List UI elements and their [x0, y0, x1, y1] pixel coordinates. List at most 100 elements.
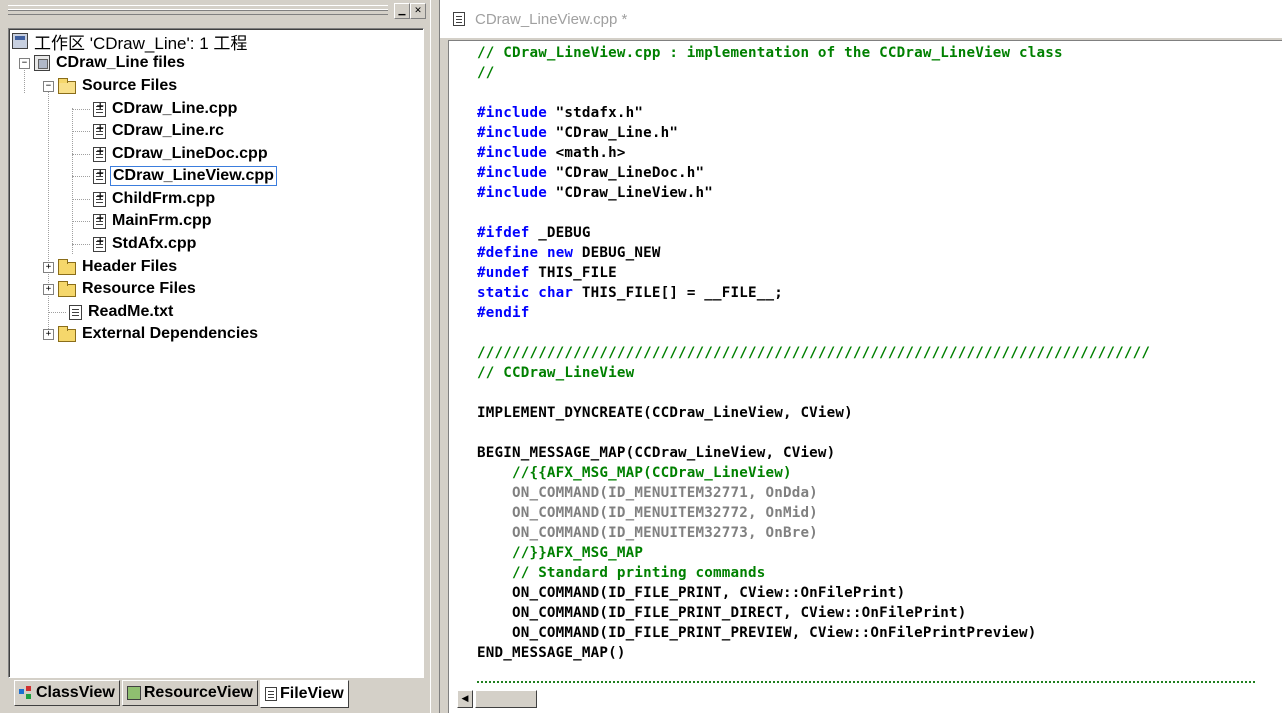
tree-connector [72, 176, 90, 177]
code-line: ON_COMMAND(ID_FILE_PRINT_DIRECT, CView::… [477, 603, 1150, 623]
tree-project[interactable]: CDraw_Line files [34, 52, 187, 74]
tree-label: CDraw_Line files [56, 54, 185, 71]
code-token-comment: //}}AFX_MSG_MAP [477, 545, 644, 561]
code-line: ON_COMMAND(ID_FILE_PRINT, CView::OnFileP… [477, 583, 1150, 603]
code-text-area[interactable]: // CDraw_LineView.cpp : implementation o… [448, 40, 1282, 686]
tree-label: External Dependencies [82, 325, 259, 342]
code-line: BEGIN_MESSAGE_MAP(CCDraw_LineView, CView… [477, 443, 1150, 463]
code-token-text: _DEBUG [529, 225, 591, 241]
code-line: IMPLEMENT_DYNCREATE(CCDraw_LineView, CVi… [477, 403, 1150, 423]
tree-label: Header Files [82, 258, 178, 275]
collapse-icon[interactable]: − [19, 58, 30, 69]
tree-file[interactable]: CDraw_Line.cpp [93, 98, 239, 120]
minimize-icon[interactable]: ▁ [394, 3, 410, 19]
project-icon [34, 55, 50, 71]
code-line: #include "CDraw_LineDoc.h" [477, 163, 1150, 183]
tree-connector [72, 221, 90, 222]
close-icon[interactable]: ✕ [410, 3, 426, 19]
scroll-left-icon[interactable]: ◀ [457, 690, 473, 708]
folder-icon [58, 258, 76, 275]
tree-folder-external-dependencies[interactable]: External Dependencies [58, 323, 260, 345]
tree-file-selected[interactable]: CDraw_LineView.cpp [93, 165, 277, 187]
tree-folder-source-files[interactable]: Source Files [58, 75, 179, 97]
code-token-comment: // CDraw_LineView.cpp : implementation o… [477, 45, 1063, 61]
code-line: #endif [477, 303, 1150, 323]
code-token-text: <math.h> [546, 145, 626, 161]
tree-connector [72, 109, 90, 110]
tab-label: FileView [279, 685, 344, 702]
cpp-file-icon [93, 191, 106, 207]
code-line: #include "stdafx.h" [477, 103, 1150, 123]
document-icon [453, 12, 465, 26]
code-token-text: BEGIN_MESSAGE_MAP(CCDraw_LineView, CView… [477, 445, 836, 461]
classview-icon [19, 686, 33, 700]
tree-connector [72, 154, 90, 155]
code-line: //{{AFX_MSG_MAP(CCDraw_LineView) [477, 463, 1150, 483]
tree-file[interactable]: MainFrm.cpp [93, 210, 214, 232]
folder-icon [58, 325, 76, 342]
tree-folder-resource-files[interactable]: Resource Files [58, 278, 198, 300]
code-line: ON_COMMAND(ID_FILE_PRINT_PREVIEW, CView:… [477, 623, 1150, 643]
editor-title-bar: CDraw_LineView.cpp * [440, 0, 1282, 39]
code-token-text: END_MESSAGE_MAP() [477, 645, 626, 661]
expand-icon[interactable]: + [43, 329, 54, 340]
workspace-icon [12, 33, 28, 49]
tree-workspace[interactable]: 工作区 'CDraw_Line': 1 工程 [12, 30, 249, 53]
tab-label: ResourceView [143, 684, 253, 701]
tree-label: CDraw_Line.rc [112, 122, 225, 139]
horizontal-scrollbar[interactable]: ◀ [448, 686, 1282, 713]
code-token-text: ON_COMMAND(ID_FILE_PRINT_DIRECT, CView::… [477, 605, 967, 621]
code-line: // Standard printing commands [477, 563, 1150, 583]
code-token-keyword: new [546, 245, 574, 261]
tab-fileview[interactable]: FileView [259, 680, 349, 708]
code-line: //}}AFX_MSG_MAP [477, 543, 1150, 563]
tree-file[interactable]: CDraw_Line.rc [93, 120, 226, 142]
file-tree: 工作区 'CDraw_Line': 1 工程 − CDraw_Line file… [8, 28, 424, 678]
code-token-keyword: #include [477, 105, 547, 121]
code-token-text: "CDraw_Line.h" [546, 125, 679, 141]
code-token-keyword: #include [477, 145, 547, 161]
code-line: #define new DEBUG_NEW [477, 243, 1150, 263]
fileview-icon [264, 687, 277, 701]
tree-file[interactable]: ChildFrm.cpp [93, 188, 217, 210]
code-token-comment: // Standard printing commands [477, 565, 766, 581]
expand-icon[interactable]: + [43, 262, 54, 273]
code-token-comment: // CCDraw_LineView [477, 365, 635, 381]
tree-file-readme[interactable]: ReadMe.txt [69, 301, 175, 323]
pane-splitter[interactable] [430, 0, 440, 713]
expand-icon[interactable]: + [43, 284, 54, 295]
code-token-text: "CDraw_LineView.h" [546, 185, 714, 201]
code-token-text: "stdafx.h" [546, 105, 644, 121]
code-token-text: ON_COMMAND(ID_FILE_PRINT, CView::OnFileP… [477, 585, 906, 601]
tree-file[interactable]: StdAfx.cpp [93, 233, 198, 255]
cpp-file-icon [93, 168, 106, 184]
collapse-icon[interactable]: − [43, 81, 54, 92]
tab-resourceview[interactable]: ResourceView [121, 680, 258, 706]
text-file-icon [69, 304, 82, 320]
tree-connector [48, 85, 49, 335]
tree-label: CDraw_LineView.cpp [110, 166, 277, 186]
tree-file[interactable]: CDraw_LineDoc.cpp [93, 143, 270, 165]
tree-label: ReadMe.txt [88, 303, 174, 320]
cpp-file-icon [93, 146, 106, 162]
tab-label: ClassView [36, 684, 115, 701]
code-line: // [477, 63, 1150, 83]
workspace-pane: ▁ ✕ 工作区 'CDraw_Line': 1 工程 − CDraw_Line … [0, 0, 430, 713]
cpp-file-icon [93, 101, 106, 117]
code-token-comment: //{{AFX_MSG_MAP(CCDraw_LineView) [477, 465, 792, 481]
tab-classview[interactable]: ClassView [14, 680, 120, 706]
workspace-grip[interactable] [8, 5, 388, 15]
tree-folder-header-files[interactable]: Header Files [58, 256, 179, 278]
scroll-thumb[interactable] [475, 690, 537, 708]
folder-icon [58, 280, 76, 297]
code-line: ON_COMMAND(ID_MENUITEM32772, OnMid) [477, 503, 1150, 523]
code-token-comment: // [477, 65, 495, 81]
tree-connector [72, 131, 90, 132]
code-token-keyword: #endif [477, 305, 530, 321]
resourceview-icon [126, 686, 141, 700]
code-token-text: IMPLEMENT_DYNCREATE(CCDraw_LineView, CVi… [477, 405, 853, 421]
code-lines: // CDraw_LineView.cpp : implementation o… [477, 43, 1150, 663]
code-token-text: ON_COMMAND(ID_FILE_PRINT_PREVIEW, CView:… [477, 625, 1037, 641]
